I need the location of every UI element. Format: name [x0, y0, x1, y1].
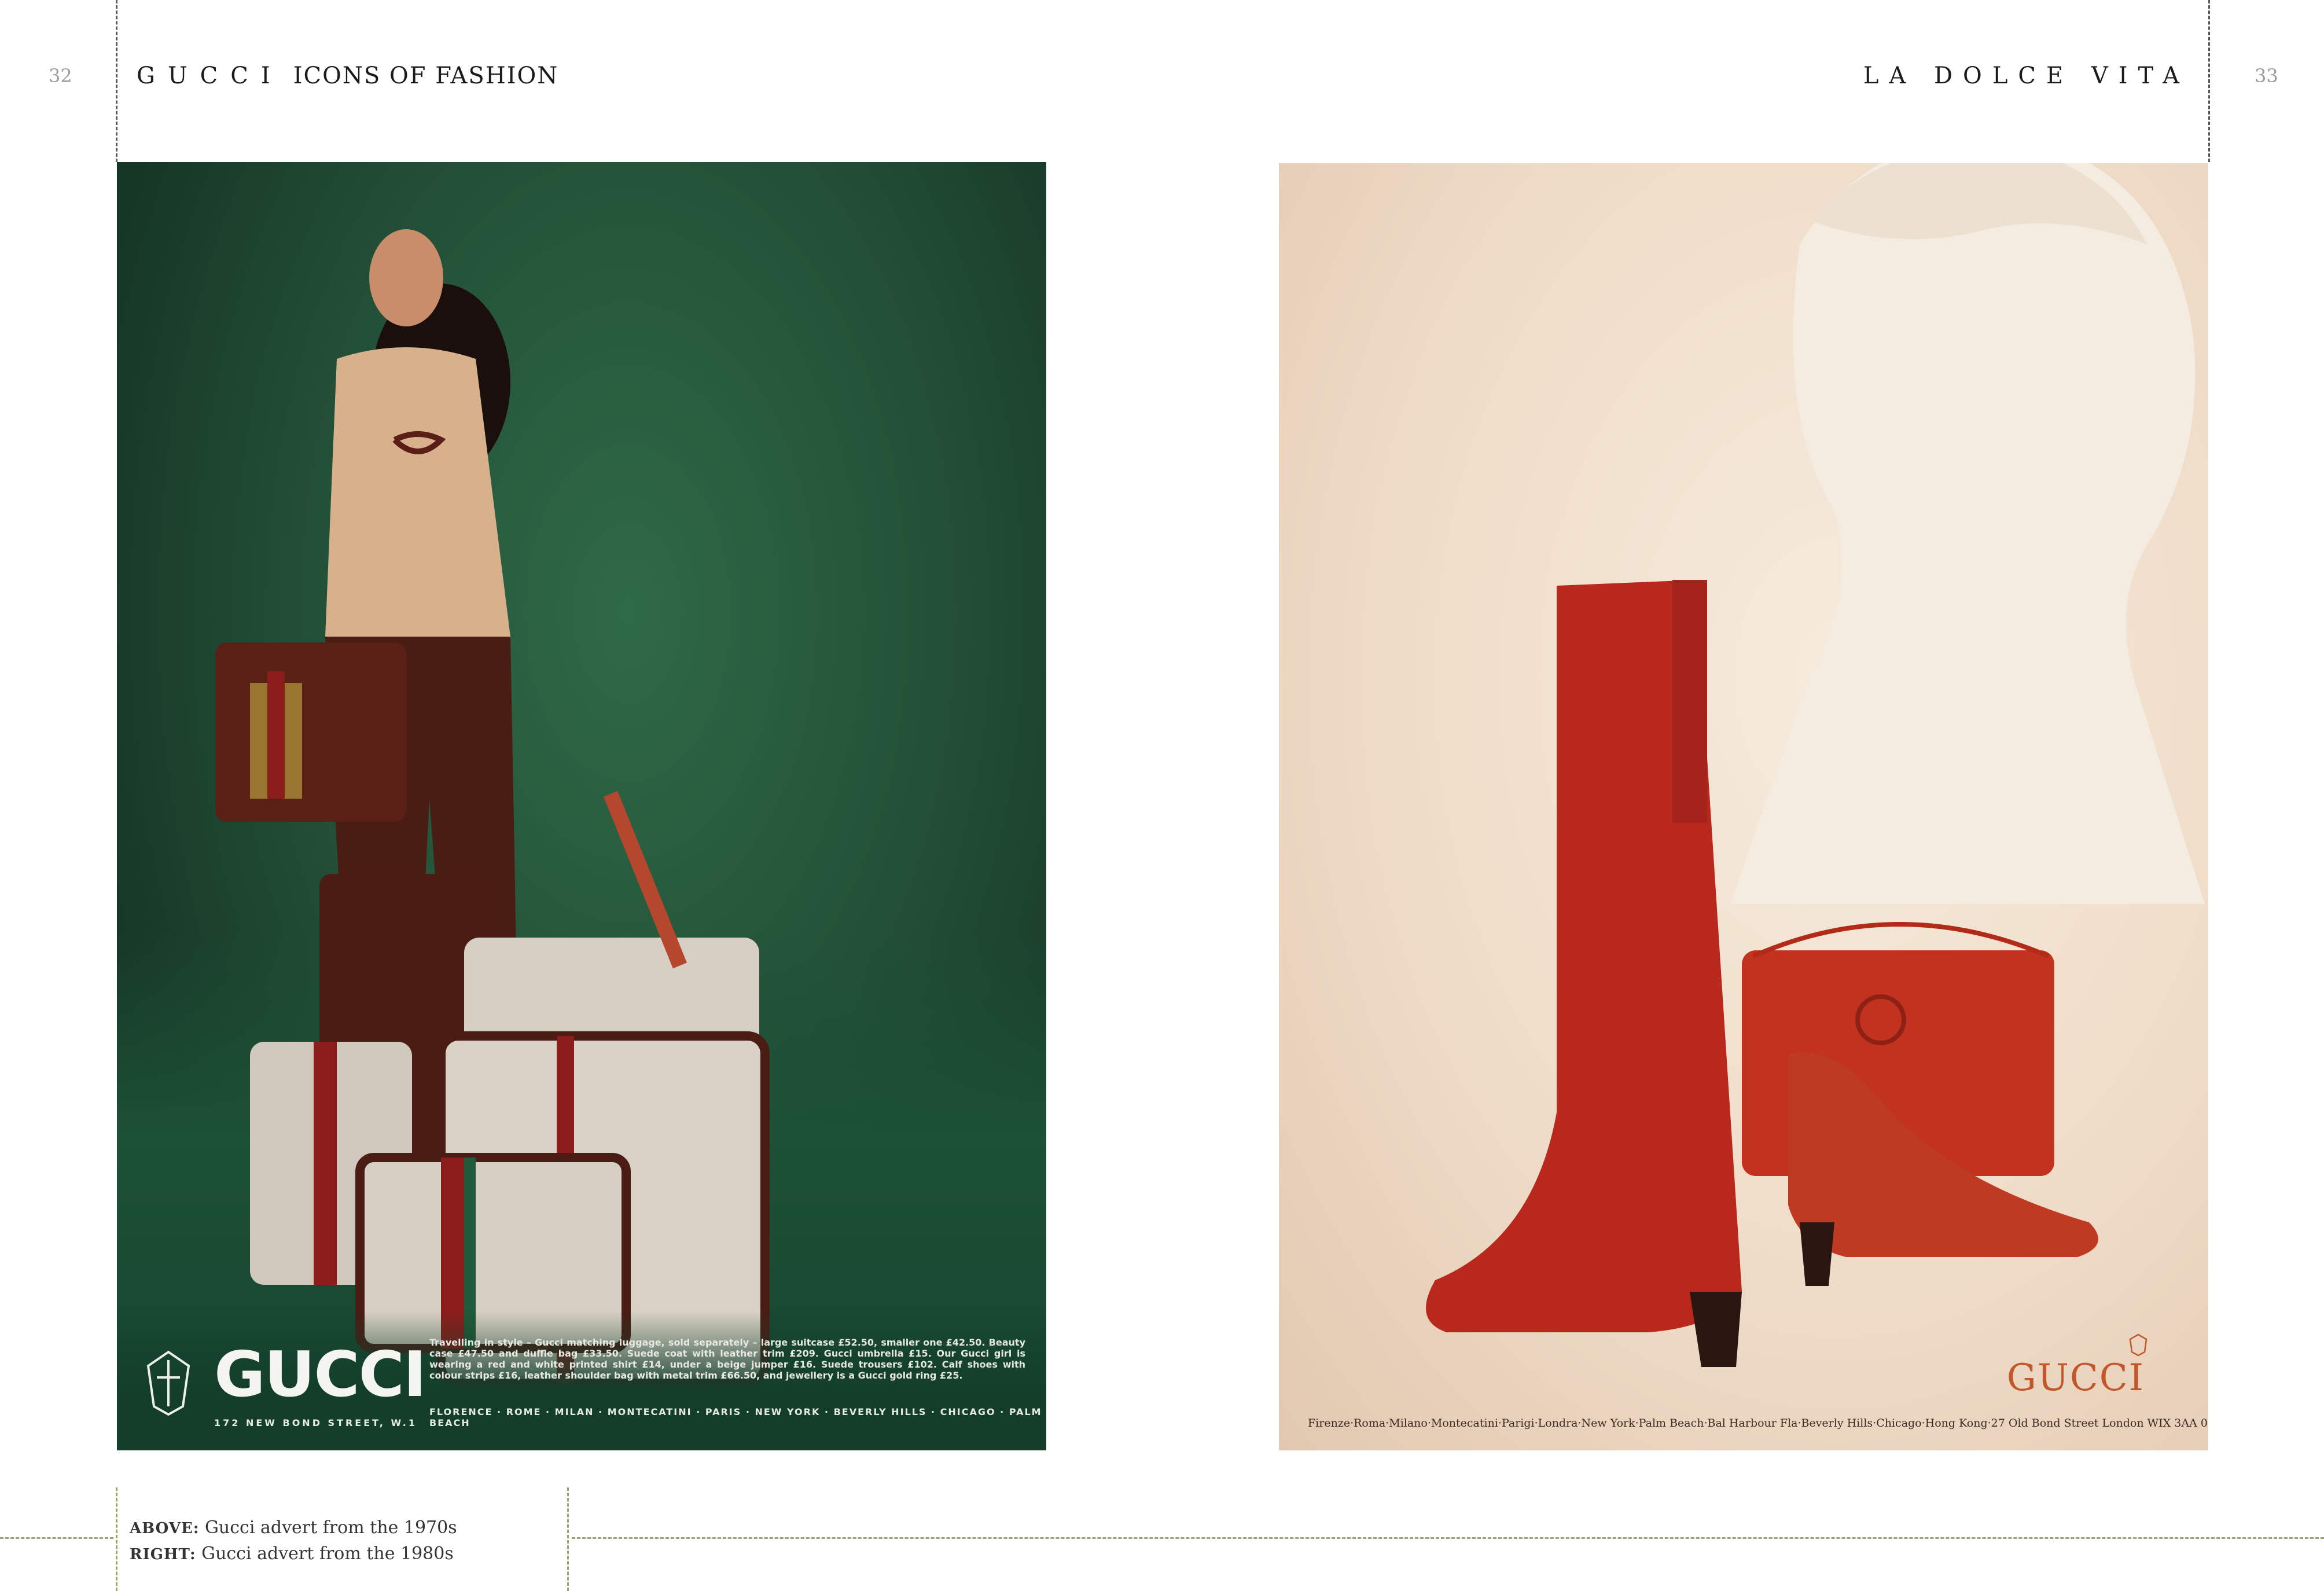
caption-right-text: Gucci advert from the 1980s — [196, 1544, 454, 1564]
advert-cities: FLORENCE · ROME · MILAN · MONTECATINI · … — [429, 1406, 1042, 1428]
advert-address: 172 NEW BOND STREET, W.1 — [214, 1417, 417, 1428]
photo-caption: ABOVE: Gucci advert from the 1970s RIGHT… — [130, 1515, 457, 1567]
advert-copy: Travelling in style – Gucci matching lug… — [429, 1337, 1025, 1381]
caption-rule-left — [116, 1487, 117, 1591]
margin-rule-right — [2208, 0, 2210, 162]
advert-1970s-illustration — [215, 229, 770, 1388]
gucci-crest-icon — [146, 1350, 190, 1416]
running-header-right: LA DOLCE VITA — [1863, 63, 2190, 89]
header-book-title: ICONS OF FASHION — [293, 63, 559, 89]
page-number-right: 33 — [2255, 65, 2278, 87]
running-header-left: GUCCI ICONS OF FASHION — [137, 63, 558, 89]
boot-and-bag-image — [1426, 580, 2098, 1367]
footer-rule-right — [572, 1537, 2324, 1539]
caption-right-label: RIGHT: — [130, 1546, 196, 1563]
header-brand: GUCCI — [137, 63, 283, 89]
caption-above-text: Gucci advert from the 1970s — [199, 1517, 457, 1538]
gucci-crest-icon — [2129, 1333, 2148, 1357]
advert-1980s: GUCCI Firenze·Roma·Milano·Montecatini·Pa… — [1279, 163, 2208, 1450]
caption-above-label: ABOVE: — [130, 1520, 200, 1537]
page-number-left: 32 — [49, 65, 72, 87]
gucci-logo-right: GUCCI — [2006, 1357, 2145, 1399]
caption-above: ABOVE: Gucci advert from the 1970s — [130, 1515, 457, 1541]
advert-1970s: GUCCI 172 NEW BOND STREET, W.1 Travellin… — [117, 162, 1046, 1450]
advert-tagline: Firenze·Roma·Milano·Montecatini·Parigi·L… — [1308, 1417, 2208, 1430]
caption-rule-right — [567, 1487, 569, 1591]
gucci-logo-left: GUCCI — [214, 1339, 426, 1411]
footer-rule-left — [0, 1537, 113, 1539]
margin-rule-left — [116, 0, 117, 162]
caption-right: RIGHT: Gucci advert from the 1980s — [130, 1541, 457, 1567]
